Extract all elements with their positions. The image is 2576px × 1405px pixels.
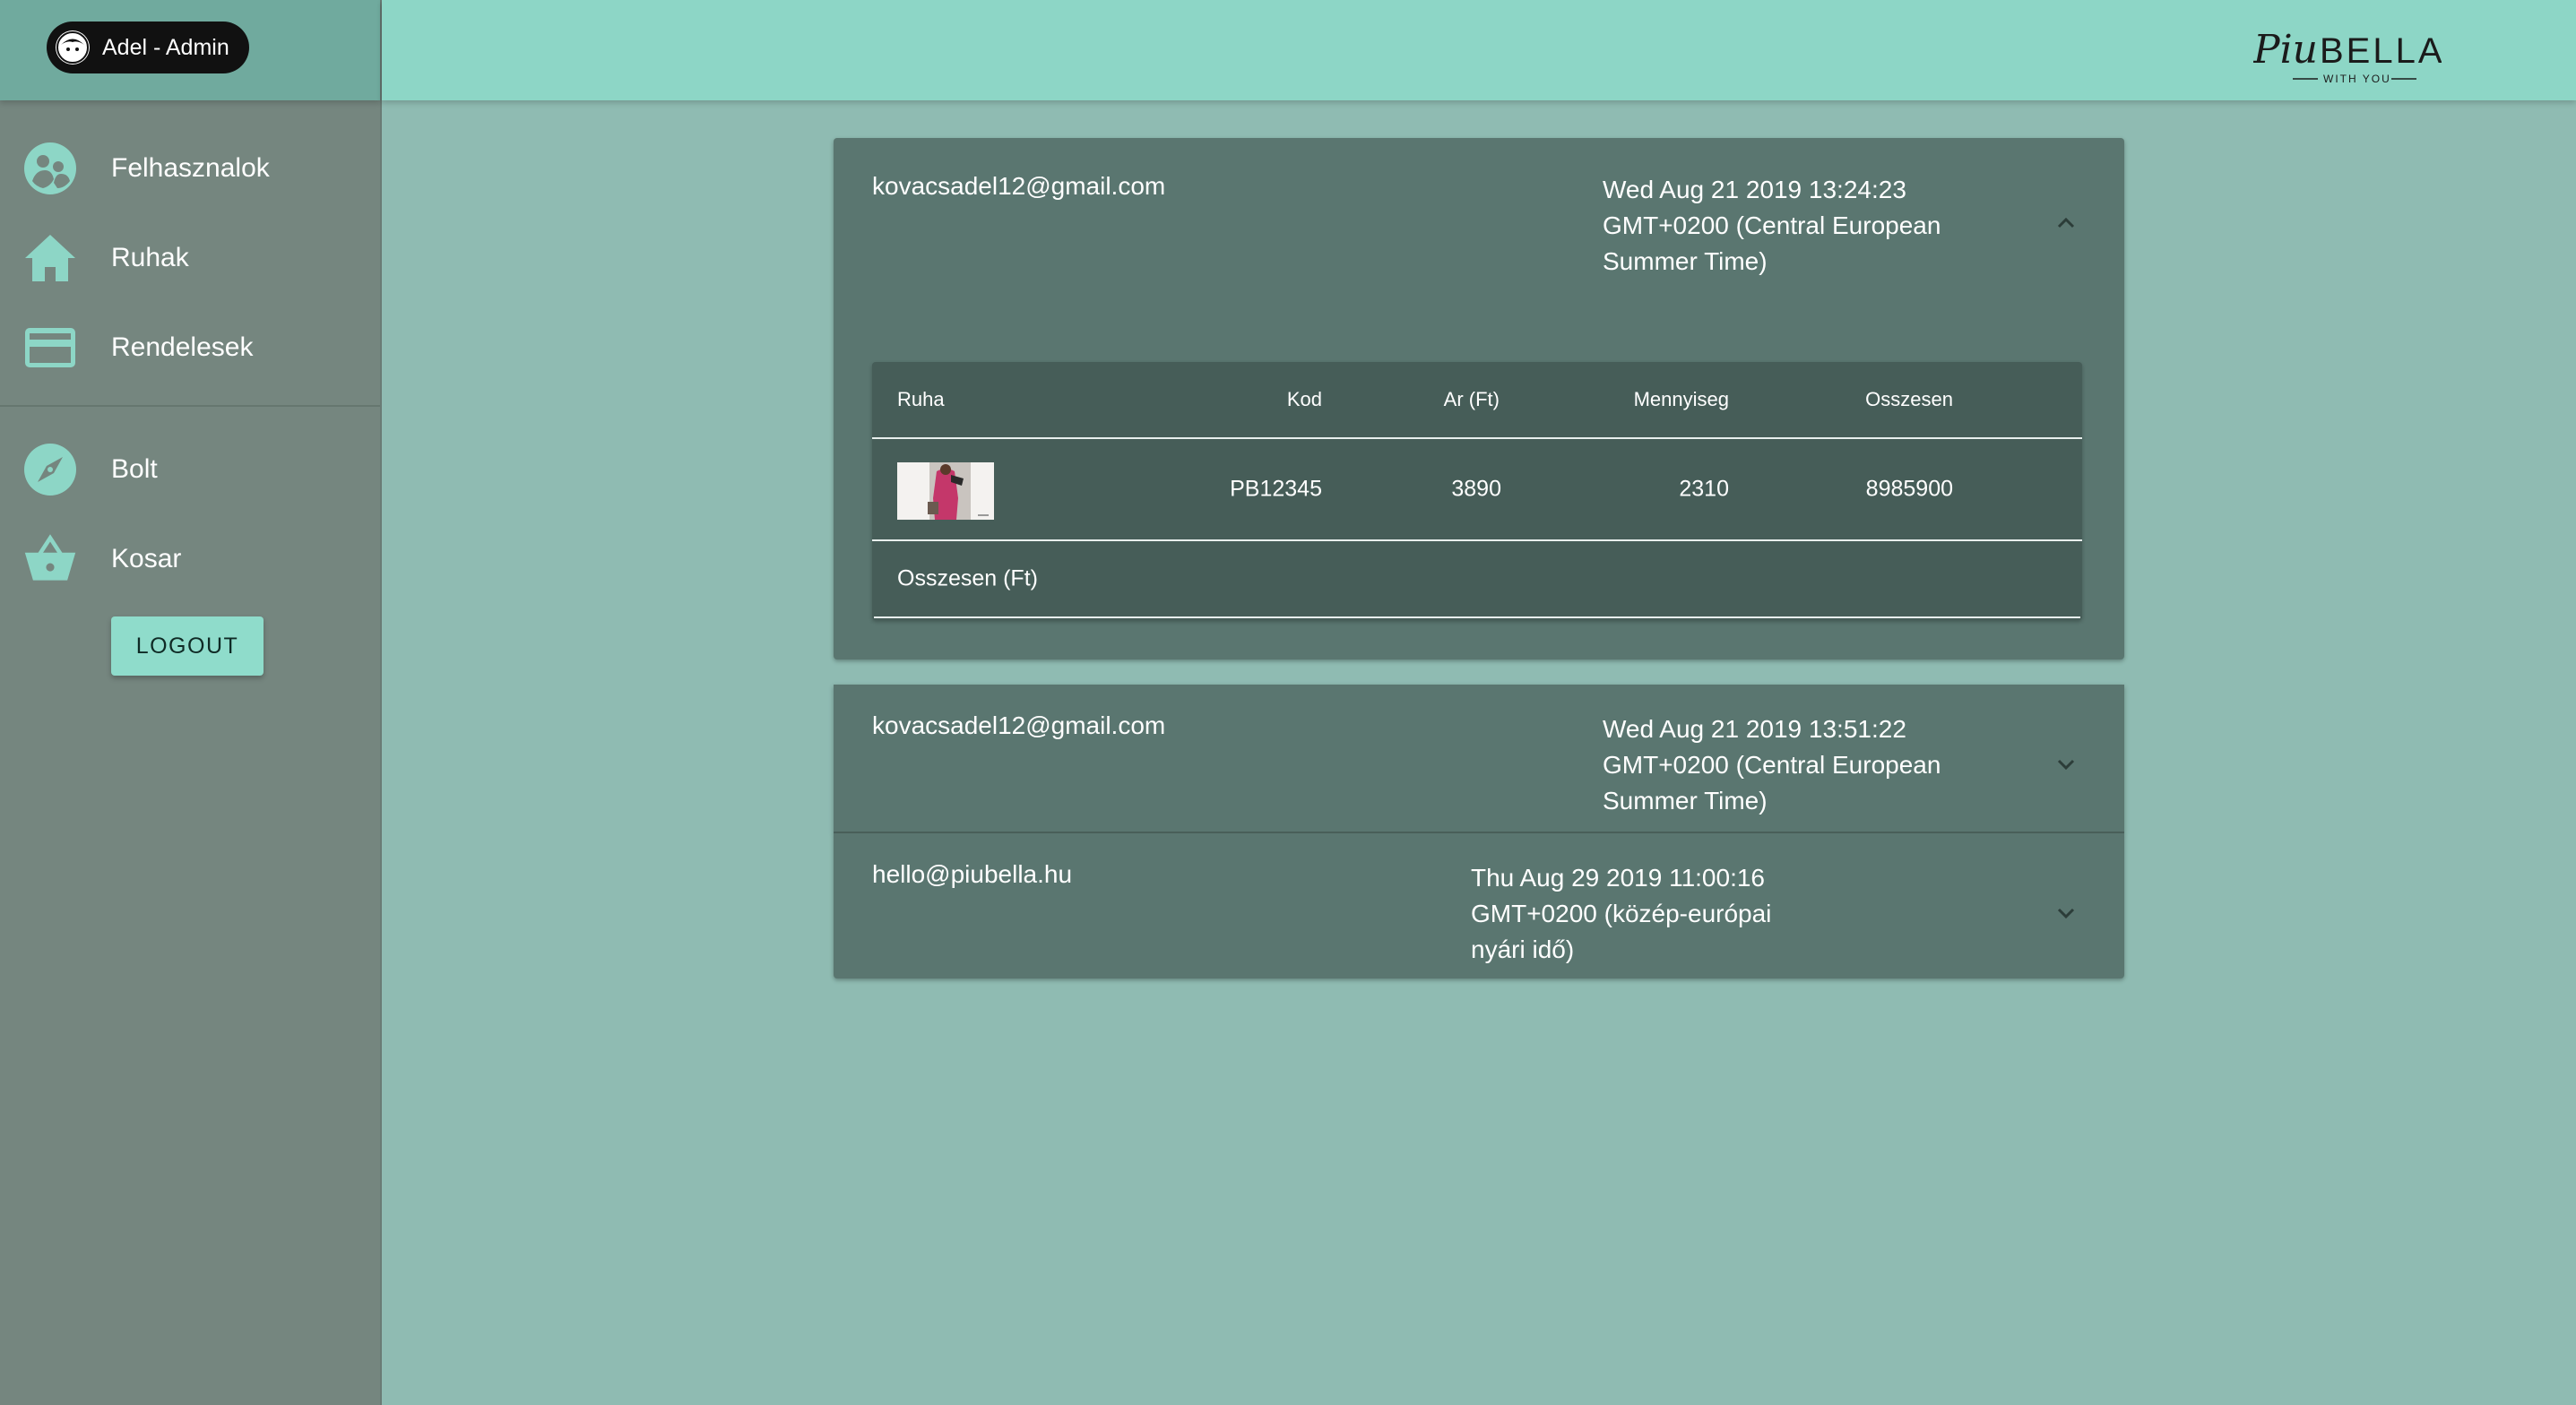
order-email: kovacsadel12@gmail.com [872,711,1166,739]
product-thumbnail[interactable] [897,462,994,520]
order-header[interactable]: hello@piubella.hu Thu Aug 29 2019 11:00:… [834,833,2124,978]
home-icon [23,231,77,285]
top-bar: Piu BELLA WITH YOU [382,0,2576,100]
cell-osszesen: 8985900 [1865,476,1953,502]
table-row: PB12345 3890 2310 8985900 [872,439,2082,541]
column-header-mennyiseg: Mennyiseg [1633,388,1729,410]
total-label: Osszesen (Ft) [897,565,1038,591]
order-date: Wed Aug 21 2019 13:24:23 GMT+0200 (Centr… [1603,176,1941,275]
orders-list: kovacsadel12@gmail.com Wed Aug 21 2019 1… [834,138,2124,978]
avatar-icon [56,30,90,65]
order-card: kovacsadel12@gmail.com Wed Aug 21 2019 1… [834,138,2124,659]
sidebar-item-label: Rendelesek [111,332,254,362]
sidebar-item-kosar[interactable]: Kosar [0,514,380,604]
column-header-ar: Ar (Ft) [1443,388,1500,410]
table-total-row: Osszesen (Ft) [874,541,2080,618]
cell-kod: PB12345 [1230,476,1322,502]
order-date: Thu Aug 29 2019 11:00:16 GMT+0200 (közép… [1471,864,1772,963]
order-date: Wed Aug 21 2019 13:51:22 GMT+0200 (Centr… [1603,715,1941,815]
sidebar-item-label: Bolt [111,454,158,484]
users-icon [23,142,77,195]
nav-main: Felhasznalok Ruhak Rendelesek [0,100,380,405]
sidebar-item-label: Felhasznalok [111,153,270,183]
user-chip[interactable]: Adel - Admin [47,22,249,73]
order-items-table: Ruha Kod Ar (Ft) Mennyiseg Osszesen PB12… [872,362,2082,620]
order-header[interactable]: kovacsadel12@gmail.com Wed Aug 21 2019 1… [834,138,2124,283]
compass-icon [23,443,77,496]
table-header-row: Ruha Kod Ar (Ft) Mennyiseg Osszesen [872,362,2082,439]
credit-card-icon [23,321,77,375]
sidebar-item-rendelesek[interactable]: Rendelesek [0,303,380,392]
chevron-down-icon[interactable] [2053,751,2079,778]
order-card: kovacsadel12@gmail.com Wed Aug 21 2019 1… [834,685,2124,833]
sidebar: Adel - Admin Felhasznalok Ruhak Rendeles… [0,0,382,1405]
sidebar-item-label: Kosar [111,544,182,573]
basket-icon [23,532,77,586]
order-header[interactable]: kovacsadel12@gmail.com Wed Aug 21 2019 1… [834,685,2124,830]
column-header-kod: Kod [1286,388,1322,410]
order-email: hello@piubella.hu [872,860,1073,888]
cell-ar: 3890 [1451,476,1501,502]
svg-text:WITH YOU: WITH YOU [2323,73,2391,85]
column-header-ruha: Ruha [897,388,945,410]
chevron-down-icon[interactable] [2053,900,2079,927]
svg-text:BELLA: BELLA [2320,31,2442,71]
column-header-osszesen: Osszesen [1865,388,1953,410]
brand-logo[interactable]: Piu BELLA WITH YOU [2252,25,2442,88]
sidebar-item-ruhak[interactable]: Ruhak [0,213,380,303]
order-card: hello@piubella.hu Thu Aug 29 2019 11:00:… [834,833,2124,978]
sidebar-item-bolt[interactable]: Bolt [0,425,380,514]
cell-mennyiseg: 2310 [1679,476,1729,502]
logout-button[interactable]: LOGOUT [111,616,264,676]
sidebar-item-felhasznalok[interactable]: Felhasznalok [0,124,380,213]
svg-text:Piu: Piu [2253,27,2318,73]
chevron-up-icon[interactable] [2053,210,2079,237]
sidebar-header: Adel - Admin [0,0,380,100]
order-email: kovacsadel12@gmail.com [872,172,1166,200]
nav-shop: Bolt Kosar [0,407,380,604]
user-name: Adel - Admin [102,34,229,60]
sidebar-item-label: Ruhak [111,243,189,272]
